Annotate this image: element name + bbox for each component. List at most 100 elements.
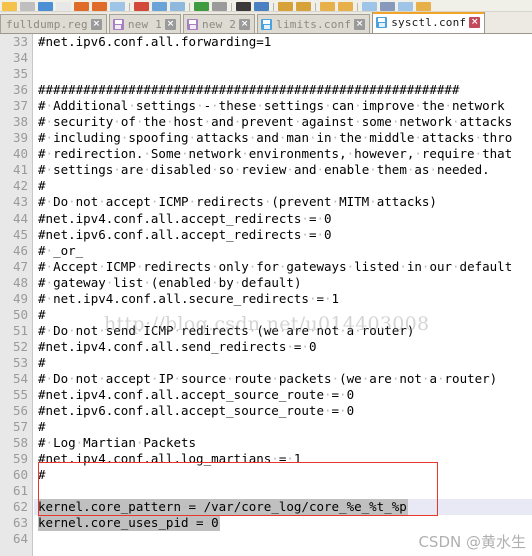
line-text: # [38,306,46,322]
code-line[interactable]: 64 [0,531,532,547]
code-line[interactable]: 38 #·security·of·the·host·and·prevent·aga… [0,114,532,130]
toolbar-separator [129,3,130,11]
line-number: 33 [12,34,28,49]
code-line[interactable]: 53 # [0,355,532,371]
line-number: 46 [12,242,28,258]
find-icon[interactable] [236,2,251,11]
redo-icon[interactable] [212,2,227,11]
code-line[interactable]: 41 #·settings·are·disabled·so·review·and·… [0,162,532,178]
line-text: #net.ipv6.conf.all.forwarding=1 [38,34,272,49]
show-indent-icon[interactable] [398,2,413,11]
code-line[interactable]: 35 [0,66,532,82]
copy-icon[interactable] [152,2,167,11]
line-text: #·Do·not·accept·ICMP·redirects·(prevent·… [38,194,437,210]
line-text: # [38,354,46,370]
tab-close-icon[interactable]: × [239,18,251,30]
code-line[interactable]: 40 #·redirection.·Some·network·environmen… [0,146,532,162]
tab-sysctl-conf[interactable]: sysctl.conf × [372,12,486,33]
code-line[interactable]: 52 #net.ipv4.conf.all.send_redirects·=·0 [0,339,532,355]
code-line[interactable]: 63 kernel.core_uses_pid·=·0 [0,515,532,532]
sync-vscroll-icon[interactable] [338,2,353,11]
tab-new-1[interactable]: new 1 × [108,14,181,33]
line-text: #·gateway·list·(enabled·by·default) [38,274,302,290]
close-file-icon[interactable] [74,2,89,11]
close-all-icon[interactable] [92,2,107,11]
code-line[interactable]: 47 #·Accept·ICMP·redirects·only·for·gatew… [0,259,532,275]
line-number: 53 [12,354,28,370]
sync-scroll-icon[interactable] [320,2,335,11]
editor-pane[interactable]: 33 #net.ipv6.conf.all.forwarding=1 34 35 36 #… [0,34,532,556]
line-number: 54 [12,370,28,386]
code-line[interactable]: 58 #·Log·Martian·Packets [0,435,532,451]
zoom-out-icon[interactable] [296,2,311,11]
code-line[interactable]: 33 #net.ipv6.conf.all.forwarding=1 [0,34,532,50]
line-text: #net.ipv4.conf.all.accept_redirects·=·0 [38,210,332,226]
cut-icon[interactable] [134,2,149,11]
zoom-in-icon[interactable] [278,2,293,11]
user-define-icon[interactable] [416,2,431,11]
line-text: #·Do·not·accept·IP·source·route·packets·… [38,370,498,386]
code-line[interactable]: 46 #·_or_ [0,243,532,259]
line-text: ########################################… [38,82,460,98]
tab-close-icon[interactable]: × [165,18,176,30]
code-line[interactable]: 62 kernel.core_pattern·=·/var/core_log/co… [0,499,532,516]
line-number: 44 [12,210,28,226]
line-number: 36 [12,82,28,98]
code-line[interactable]: 49 #·net.ipv4.conf.all.secure_redirects·=… [0,291,532,307]
print-icon[interactable] [110,2,125,11]
code-line[interactable]: 50 # [0,307,532,323]
line-text: #·redirection.·Some·network·environments… [38,146,513,162]
save-icon[interactable] [38,2,53,11]
save-all-icon[interactable] [56,2,71,11]
paste-icon[interactable] [170,2,185,11]
code-line[interactable]: 57 # [0,419,532,435]
line-number: 59 [12,451,28,467]
line-text: #net.ipv6.conf.all.accept_redirects·=·0 [38,226,332,242]
toolbar[interactable] [0,0,532,12]
code-line[interactable]: 36 ######################################… [0,82,532,98]
line-text: #·Log·Martian·Packets [38,435,197,451]
code-line[interactable]: 42 # [0,178,532,194]
line-text: #·settings·are·disabled·so·review·and·en… [38,162,490,178]
code-line[interactable]: 45 #net.ipv6.conf.all.accept_redirects·=·… [0,227,532,243]
new-file-icon[interactable] [2,2,17,11]
tab-close-icon[interactable]: × [354,18,366,30]
code-line[interactable]: 60 # [0,467,532,483]
code-line[interactable]: 55 #net.ipv4.conf.all.accept_source_route… [0,387,532,403]
tab-fulldump-reg[interactable]: fulldump.reg × [0,14,107,33]
code-line[interactable]: 34 [0,50,532,66]
tab-label: new 1 [127,17,162,31]
line-number: 40 [12,146,28,162]
code-line[interactable]: 44 #net.ipv4.conf.all.accept_redirects·=·… [0,211,532,227]
code-line[interactable]: 43 #·Do·not·accept·ICMP·redirects·(preven… [0,194,532,210]
tab-limits-conf[interactable]: limits.conf × [257,14,371,33]
show-symbol-icon[interactable] [380,2,395,11]
tab-new-2[interactable]: new 2 × [183,14,256,33]
tab-label: sysctl.conf [391,16,467,29]
tab-close-icon[interactable]: × [469,17,481,28]
code-line[interactable]: 39 #·including·spoofing·attacks·and·man·i… [0,130,532,146]
code-line[interactable]: 61 [0,483,532,499]
open-folder-icon[interactable] [20,2,35,11]
replace-icon[interactable] [254,2,269,11]
tab-label: new 2 [202,17,237,31]
code-line[interactable]: 51 #·Do·not·send·ICMP·redirects·(we·are·n… [0,323,532,339]
code-line[interactable]: 48 #·gateway·list·(enabled·by·default) [0,275,532,291]
line-text: # [38,178,46,194]
tab-close-icon[interactable]: × [90,18,102,30]
code-line[interactable]: 59 #net.ipv4.conf.all.log_martians·=·1 [0,451,532,467]
code-line[interactable]: 54 #·Do·not·accept·IP·source·route·packet… [0,371,532,387]
line-text: #net.ipv6.conf.all.accept_source_route·=… [38,403,355,419]
code-line[interactable]: 37 #·Additional·settings·-·these·settings… [0,98,532,114]
undo-icon[interactable] [194,2,209,11]
tab-bar[interactable]: fulldump.reg × new 1 × new 2 × limits.conf × sys… [0,12,532,34]
line-text: kernel.core_pattern·=·/var/core_log/core… [38,499,407,515]
line-number: 34 [12,50,28,66]
line-number: 37 [12,98,28,114]
line-number: 61 [12,483,28,499]
line-number: 56 [12,403,28,419]
word-wrap-icon[interactable] [362,2,377,11]
code-area[interactable]: 33 #net.ipv6.conf.all.forwarding=1 34 35 36 #… [0,34,532,556]
line-number: 57 [12,419,28,435]
code-line[interactable]: 56 #net.ipv6.conf.all.accept_source_route… [0,403,532,419]
